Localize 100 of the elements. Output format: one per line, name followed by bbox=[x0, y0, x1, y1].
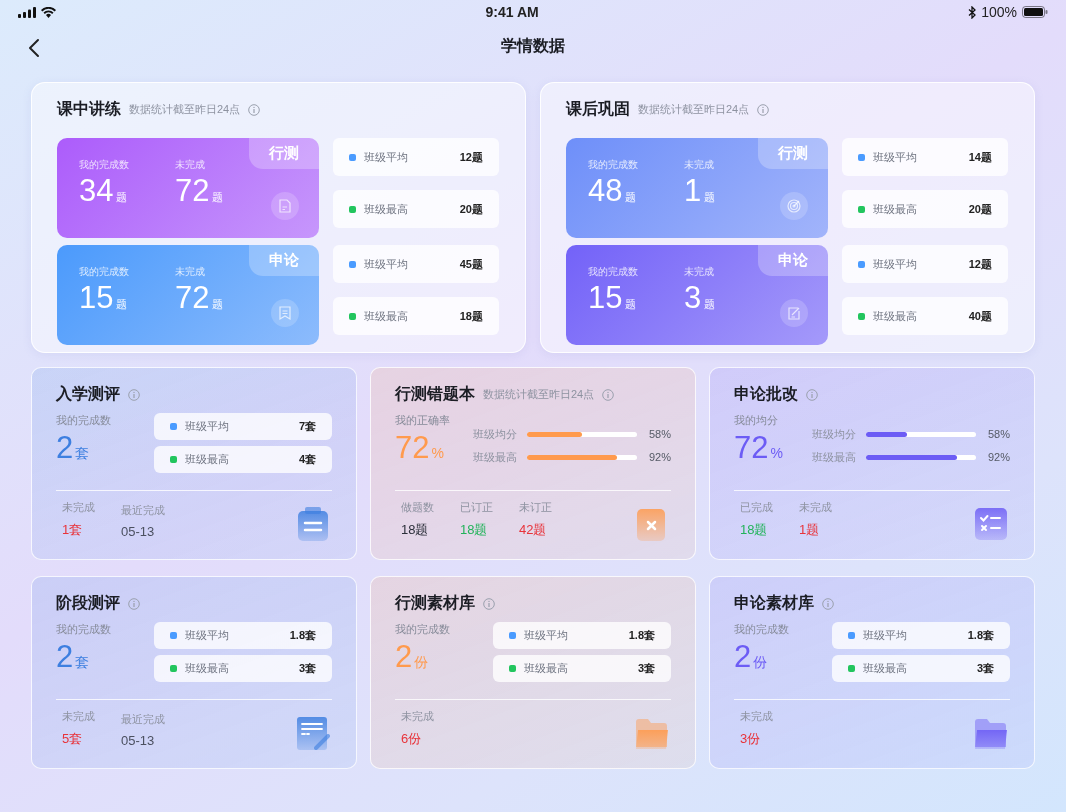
card-title: 申论素材库 bbox=[734, 593, 814, 613]
stat-value: 7套 bbox=[298, 419, 316, 434]
stat-card[interactable]: 行测错题本 数据统计截至昨日24点 我的正确率 72% 班级均分 58% 班级最高 92% 做题数 18题 已订正 18题 未订正 42题 bbox=[370, 367, 696, 560]
stat-value: 15 题 bbox=[79, 281, 129, 316]
info-icon[interactable] bbox=[128, 597, 140, 610]
stat-label: 班级平均 bbox=[364, 149, 409, 165]
main-value: 72% bbox=[395, 430, 445, 466]
subject-tag: 行测 bbox=[249, 138, 319, 169]
footer-value: 1套 bbox=[62, 521, 84, 539]
target-icon bbox=[780, 192, 808, 220]
stat-label: 班级平均 bbox=[364, 256, 409, 272]
stat-value: 15 题 bbox=[588, 281, 638, 316]
stat-label: 班级平均 bbox=[873, 149, 918, 165]
stat-value: 40题 bbox=[968, 308, 992, 324]
message-icon bbox=[271, 299, 299, 327]
footer-value: 05-13 bbox=[121, 733, 156, 748]
bar-label: 班级均分 bbox=[812, 426, 857, 442]
stat-label: 班级最高 bbox=[185, 661, 230, 676]
battery-percent: 100% bbox=[981, 4, 1017, 20]
footer-label: 已订正 bbox=[460, 500, 493, 515]
note-icon bbox=[294, 714, 332, 752]
bar-label: 班级最高 bbox=[812, 449, 857, 465]
stat-label: 我的完成数 bbox=[588, 158, 638, 172]
stat-label: 未完成 bbox=[684, 158, 715, 172]
info-icon[interactable] bbox=[602, 388, 615, 401]
stat-label: 我的完成数 bbox=[79, 158, 129, 172]
stat-label: 班级最高 bbox=[524, 661, 569, 676]
info-icon[interactable] bbox=[822, 597, 834, 610]
stat-value: 18题 bbox=[459, 308, 483, 324]
stat-value: 12题 bbox=[968, 256, 992, 272]
subject-tag: 申论 bbox=[249, 245, 319, 276]
back-button[interactable] bbox=[26, 36, 42, 60]
document-icon bbox=[271, 192, 299, 220]
card-title: 阶段测评 bbox=[56, 593, 120, 613]
stat-label: 我的完成数 bbox=[734, 622, 789, 637]
footer-label: 未完成 bbox=[799, 500, 832, 515]
stat-value: 34 题 bbox=[79, 174, 129, 209]
stat-value: 3 题 bbox=[684, 281, 716, 316]
footer-label: 未完成 bbox=[401, 709, 434, 724]
bar-label: 班级均分 bbox=[473, 426, 518, 442]
footer-label: 最近完成 bbox=[121, 712, 165, 727]
footer-label: 未完成 bbox=[740, 709, 773, 724]
stat-label: 班级最高 bbox=[873, 201, 918, 217]
stat-card[interactable]: 行测素材库 我的完成数 2 份 班级平均 1.8套 班级最高 3套 未完成 6份 bbox=[370, 576, 696, 769]
main-value: 2 份 bbox=[734, 639, 769, 675]
footer-value: 18题 bbox=[460, 521, 489, 539]
stat-value: 48 题 bbox=[588, 174, 638, 209]
stat-value: 1.8套 bbox=[628, 628, 655, 643]
stat-value: 4套 bbox=[298, 452, 316, 467]
stat-card[interactable]: 入学测评 我的完成数 2 套 班级平均 7套 班级最高 4套 未完成 1套 最近完成 05-13 bbox=[31, 367, 357, 560]
footer-value: 6份 bbox=[401, 730, 423, 748]
card-title: 行测素材库 bbox=[395, 593, 475, 613]
stat-label: 我的完成数 bbox=[588, 265, 638, 279]
subject-tag: 申论 bbox=[758, 245, 828, 276]
stat-label: 班级最高 bbox=[873, 308, 918, 324]
stat-value: 3套 bbox=[298, 661, 316, 676]
stat-value: 20题 bbox=[459, 201, 483, 217]
footer-label: 未完成 bbox=[62, 500, 95, 515]
section-note: 数据统计截至昨日24点 bbox=[638, 102, 750, 117]
card-note: 数据统计截至昨日24点 bbox=[483, 387, 595, 402]
stat-value: 12题 bbox=[459, 149, 483, 165]
footer-value: 18题 bbox=[740, 521, 769, 539]
main-value: 2 套 bbox=[56, 639, 91, 675]
edit-icon bbox=[780, 299, 808, 327]
bar-reading: 58% bbox=[986, 428, 1010, 440]
signal-icon bbox=[18, 6, 36, 18]
stat-card[interactable]: 申论素材库 我的完成数 2 份 班级平均 1.8套 班级最高 3套 未完成 3份 bbox=[709, 576, 1035, 769]
footer-label: 未订正 bbox=[519, 500, 552, 515]
info-icon[interactable] bbox=[806, 388, 818, 401]
card-title: 入学测评 bbox=[56, 384, 120, 404]
footer-value: 1题 bbox=[799, 521, 821, 539]
footer-label: 做题数 bbox=[401, 500, 434, 515]
info-icon[interactable] bbox=[128, 388, 140, 401]
bluetooth-icon bbox=[968, 5, 977, 19]
stat-label: 未完成 bbox=[175, 265, 206, 279]
info-icon[interactable] bbox=[483, 597, 495, 610]
stat-label: 班级最高 bbox=[364, 201, 409, 217]
info-icon[interactable] bbox=[248, 103, 261, 116]
stat-label: 我的完成数 bbox=[395, 622, 450, 637]
subject-card[interactable]: 申论 我的完成数 15 题 未完成 3 题 bbox=[566, 245, 828, 345]
bar-reading: 92% bbox=[647, 451, 671, 463]
stat-label: 未完成 bbox=[684, 265, 715, 279]
stat-value: 72 题 bbox=[175, 281, 224, 316]
stat-value: 20题 bbox=[968, 201, 992, 217]
stat-value: 45题 bbox=[459, 256, 483, 272]
stat-value: 1 题 bbox=[684, 174, 716, 209]
card-title: 申论批改 bbox=[734, 384, 798, 404]
stat-label: 我的完成数 bbox=[79, 265, 129, 279]
stat-card[interactable]: 阶段测评 我的完成数 2 套 班级平均 1.8套 班级最高 3套 未完成 5套 最近完成 05-13 bbox=[31, 576, 357, 769]
stat-label: 班级最高 bbox=[364, 308, 409, 324]
footer-label: 最近完成 bbox=[121, 503, 165, 518]
main-value: 2 套 bbox=[56, 430, 91, 466]
stat-label: 未完成 bbox=[175, 158, 206, 172]
section-title: 课后巩固 bbox=[566, 99, 630, 119]
info-icon[interactable] bbox=[757, 103, 770, 116]
section-note: 数据统计截至昨日24点 bbox=[129, 102, 241, 117]
bar-label: 班级最高 bbox=[473, 449, 518, 465]
main-value: 2 份 bbox=[395, 639, 430, 675]
stat-label: 班级平均 bbox=[873, 256, 918, 272]
stat-card[interactable]: 申论批改 我的均分 72% 班级均分 58% 班级最高 92% 已完成 18题 未完成 1题 bbox=[709, 367, 1035, 560]
